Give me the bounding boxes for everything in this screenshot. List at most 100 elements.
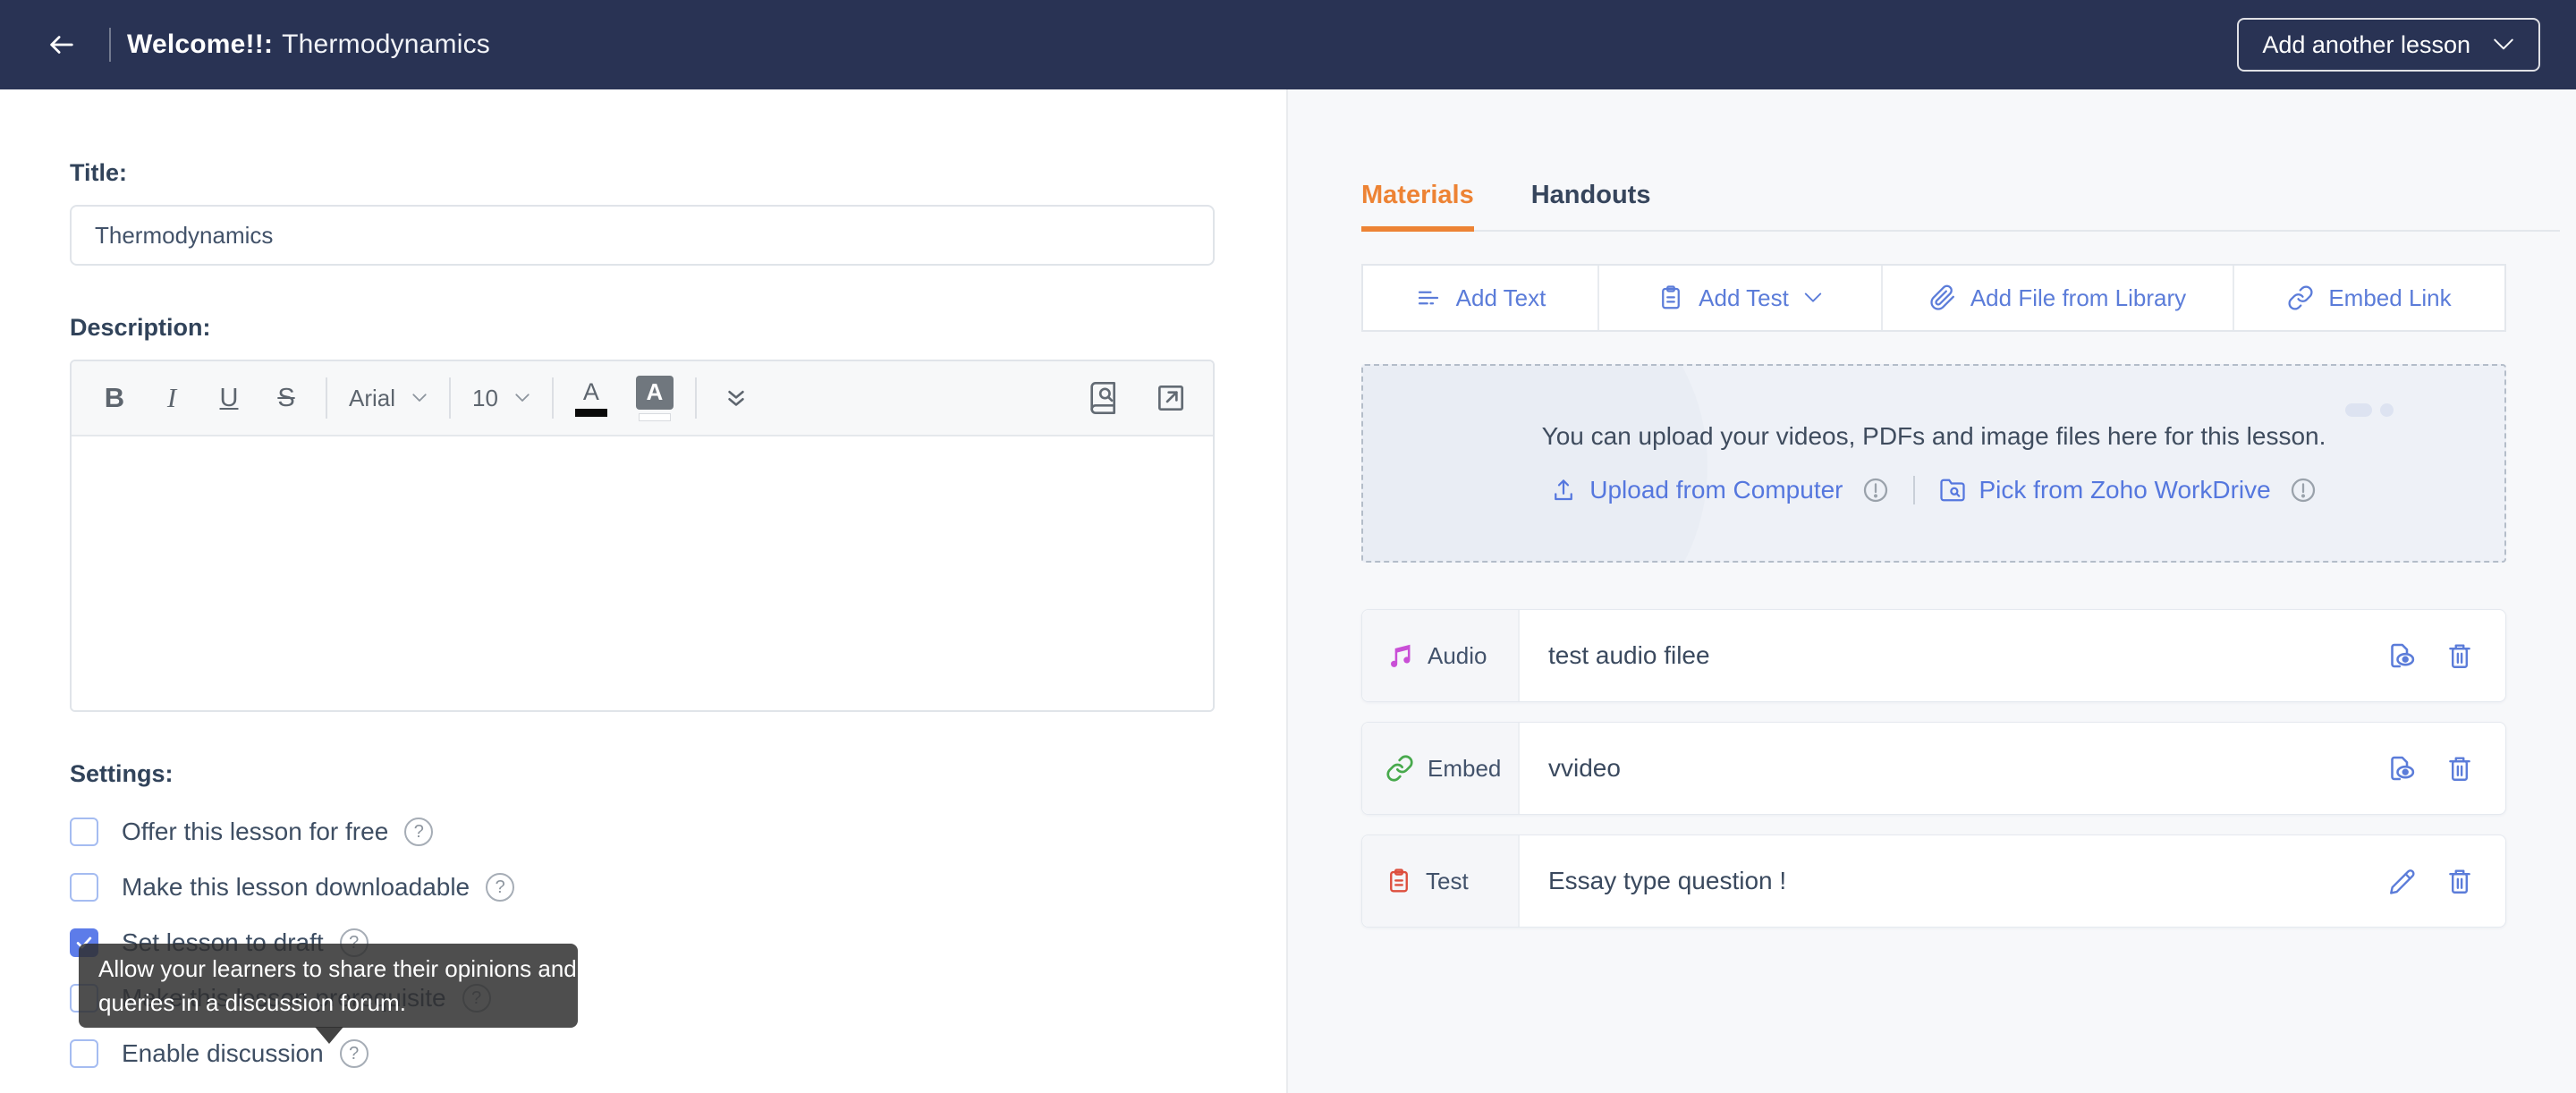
font-family-select[interactable]: Arial [349, 385, 428, 412]
tooltip-text-line2: queries in a discussion forum. [98, 989, 406, 1016]
upload-dropzone[interactable]: You can upload your videos, PDFs and ima… [1361, 364, 2506, 563]
help-icon[interactable]: ? [486, 873, 515, 902]
checkbox-enable-discussion[interactable] [70, 1039, 98, 1068]
preview-icon[interactable] [2385, 752, 2418, 784]
embed-link-label: Embed Link [2328, 284, 2452, 311]
discussion-tooltip: Allow your learners to share their opini… [79, 944, 578, 1044]
add-test-button[interactable]: Add Test [1599, 266, 1883, 330]
text-lines-icon [1415, 284, 1442, 311]
material-actions [2387, 865, 2505, 897]
tab-materials[interactable]: Materials [1361, 181, 1474, 232]
description-label: Description: [70, 314, 211, 341]
music-note-icon [1385, 640, 1414, 671]
top-header: Welcome!!: Thermodynamics Add another les… [0, 0, 2576, 89]
materials-panel: Materials Handouts Add Text Add Test Add… [1286, 89, 2576, 1093]
delete-icon[interactable] [2445, 640, 2475, 672]
material-type-label: Test [1426, 867, 1469, 894]
italic-button[interactable]: I [154, 382, 190, 414]
font-size-select[interactable]: 10 [472, 385, 530, 412]
add-test-label: Add Test [1699, 284, 1789, 311]
edit-icon[interactable] [2387, 866, 2418, 896]
setting-label: Make this lesson downloadable [122, 873, 470, 901]
help-icon[interactable]: ? [404, 818, 434, 846]
add-another-lesson-button[interactable]: Add another lesson [2237, 18, 2540, 72]
setting-label: Offer this lesson for free [122, 818, 389, 845]
title-label: Title: [70, 159, 128, 186]
material-type-cell: Audio [1362, 610, 1520, 701]
bold-button[interactable]: B [97, 382, 132, 414]
upload-message: You can upload your videos, PDFs and ima… [1541, 422, 2326, 450]
link-icon [1385, 754, 1414, 783]
lesson-form-panel: Title: Description: B I U S Arial 10 [0, 89, 1286, 1093]
material-row-audio[interactable]: Audio test audio filee [1361, 609, 2506, 702]
description-textarea[interactable] [72, 436, 1213, 710]
back-button[interactable] [41, 30, 82, 60]
material-type-label: Audio [1428, 641, 1487, 669]
font-size-value: 10 [472, 384, 498, 411]
library-search-icon[interactable] [1086, 380, 1122, 416]
add-file-from-library-button[interactable]: Add File from Library [1883, 266, 2234, 330]
setting-label: Enable discussion [122, 1039, 324, 1067]
chevron-down-icon [1803, 292, 1823, 304]
lesson-name: Thermodynamics [282, 30, 491, 59]
material-actions [2385, 752, 2505, 784]
text-color-letter: A [582, 377, 599, 405]
chevron-down-icon [411, 393, 428, 403]
highlight-letter: A [635, 375, 674, 410]
add-text-button[interactable]: Add Text [1363, 266, 1599, 330]
arrow-left-icon [41, 30, 82, 60]
info-icon[interactable] [1861, 476, 1890, 504]
font-family-value: Arial [349, 384, 396, 411]
toolbar-separator [551, 377, 554, 419]
checkbox-offer-free[interactable] [70, 818, 98, 846]
help-glyph: ? [413, 821, 424, 842]
info-icon[interactable] [2289, 476, 2318, 504]
material-type-cell: Test [1362, 835, 1520, 927]
lesson-prefix: Welcome!!: [127, 30, 274, 59]
delete-icon[interactable] [2445, 752, 2475, 784]
highlight-color-swatch [638, 412, 671, 421]
chevron-down-icon [2492, 38, 2515, 52]
clipboard-icon [1385, 866, 1412, 896]
checkbox-downloadable[interactable] [70, 873, 98, 902]
embed-link-button[interactable]: Embed Link [2234, 266, 2504, 330]
link-icon [2287, 284, 2314, 311]
material-row-test[interactable]: Test Essay type question ! [1361, 835, 2506, 928]
settings-label: Settings: [70, 760, 174, 787]
links-separator [1912, 476, 1915, 504]
material-actions [2385, 640, 2505, 672]
help-icon[interactable]: ? [339, 1039, 369, 1068]
upload-from-computer-link[interactable]: Upload from Computer [1550, 476, 1843, 504]
add-file-label: Add File from Library [1970, 284, 2187, 311]
tab-handouts[interactable]: Handouts [1531, 181, 1651, 232]
title-input[interactable] [70, 205, 1215, 266]
material-row-embed[interactable]: Embed vvideo [1361, 722, 2506, 815]
description-editor: B I U S Arial 10 A A [70, 360, 1215, 712]
material-name: test audio filee [1548, 641, 1710, 669]
material-type-label: Embed [1428, 754, 1502, 782]
material-type-cell: Embed [1362, 723, 1520, 814]
strikethrough-button[interactable]: S [268, 384, 304, 413]
add-another-lesson-label: Add another lesson [2262, 30, 2470, 58]
delete-icon[interactable] [2445, 865, 2475, 897]
toolbar-separator [449, 377, 452, 419]
clipboard-icon [1657, 284, 1684, 312]
help-glyph: ? [495, 877, 505, 897]
more-formatting-icon[interactable] [718, 385, 754, 411]
underline-button[interactable]: U [211, 384, 247, 413]
text-color-swatch [574, 408, 607, 417]
toolbar-separator [694, 377, 697, 419]
preview-icon[interactable] [2385, 640, 2418, 672]
setting-row-downloadable: Make this lesson downloadable ? [70, 872, 1215, 902]
tooltip-text-line1: Allow your learners to share their opini… [98, 955, 577, 982]
add-text-label: Add Text [1455, 284, 1546, 311]
highlight-color-button[interactable]: A [635, 375, 674, 421]
editor-toolbar: B I U S Arial 10 A A [72, 361, 1213, 436]
pick-from-workdrive-label: Pick from Zoho WorkDrive [1979, 476, 2271, 504]
upload-icon [1550, 476, 1577, 504]
toolbar-separator [326, 377, 327, 419]
fullscreen-icon[interactable] [1154, 381, 1188, 415]
pick-from-workdrive-link[interactable]: Pick from Zoho WorkDrive [1938, 476, 2271, 504]
text-color-button[interactable]: A [574, 377, 607, 417]
add-actions-bar: Add Text Add Test Add File from Library [1361, 264, 2506, 332]
